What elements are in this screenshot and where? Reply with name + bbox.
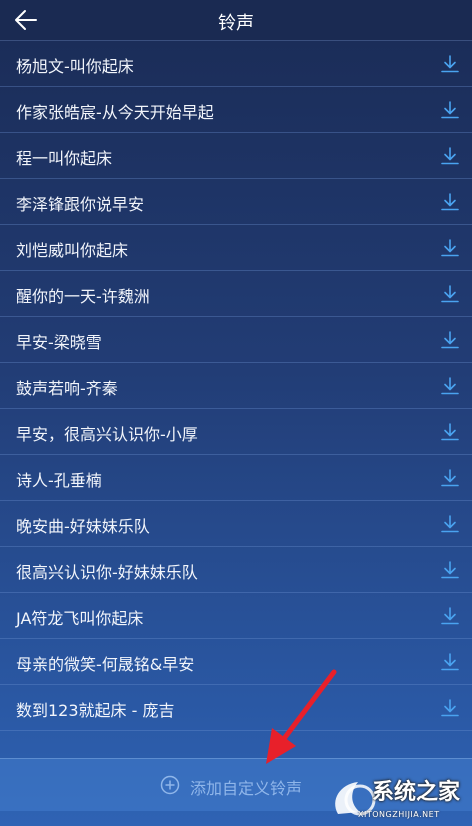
ringtone-row[interactable]: 作家张皓宸-从今天开始早起 xyxy=(0,87,472,133)
ringtone-row[interactable]: 母亲的微笑-何晟铭&早安 xyxy=(0,639,472,685)
download-button[interactable] xyxy=(439,145,461,167)
download-button[interactable] xyxy=(439,99,461,121)
download-button[interactable] xyxy=(439,283,461,305)
ringtone-list: 杨旭文-叫你起床作家张皓宸-从今天开始早起 程一叫你起床李泽锋跟你说早安 刘恺威叫你… xyxy=(0,41,472,731)
download-icon xyxy=(441,515,459,533)
ringtone-name: 杨旭文-叫你起床 xyxy=(16,57,134,76)
ringtone-row[interactable]: 程一叫你起床 xyxy=(0,133,472,179)
download-icon xyxy=(441,653,459,671)
download-icon xyxy=(441,377,459,395)
ringtone-name: 很高兴认识你-好妹妹乐队 xyxy=(16,563,198,582)
download-button[interactable] xyxy=(439,651,461,673)
download-button[interactable] xyxy=(439,237,461,259)
ringtone-row[interactable]: 醒你的一天-许魏洲 xyxy=(0,271,472,317)
ringtone-name: 鼓声若响-齐秦 xyxy=(16,379,118,398)
ringtone-name: 诗人-孔垂楠 xyxy=(16,471,102,490)
download-icon xyxy=(441,423,459,441)
download-button[interactable] xyxy=(439,329,461,351)
ringtone-name: 作家张皓宸-从今天开始早起 xyxy=(16,103,214,122)
page-title: 铃声 xyxy=(218,13,254,34)
ringtone-row[interactable]: 李泽锋跟你说早安 xyxy=(0,179,472,225)
plus-circle-icon xyxy=(160,775,180,795)
ringtone-row[interactable]: 杨旭文-叫你起床 xyxy=(0,41,472,87)
ringtone-row[interactable]: 晚安曲-好妹妹乐队 xyxy=(0,501,472,547)
watermark-text: 系统之家 xyxy=(372,780,461,805)
add-custom-ringtone-label: 添加自定义铃声 xyxy=(190,779,303,798)
ringtone-row[interactable]: JA符龙飞叫你起床 xyxy=(0,593,472,639)
download-button[interactable] xyxy=(439,191,461,213)
ringtone-name: 刘恺威叫你起床 xyxy=(16,241,129,260)
ringtone-name: 早安-梁晓雪 xyxy=(16,333,102,352)
download-button[interactable] xyxy=(439,421,461,443)
ringtone-row[interactable]: 数到123就起床 - 庞吉 xyxy=(0,685,472,731)
ringtone-name: 醒你的一天-许魏洲 xyxy=(16,287,150,306)
download-button[interactable] xyxy=(439,375,461,397)
download-button[interactable] xyxy=(439,53,461,75)
ringtone-name: 母亲的微笑-何晟铭&早安 xyxy=(16,655,195,674)
download-icon xyxy=(441,239,459,257)
download-button[interactable] xyxy=(439,513,461,535)
download-button[interactable] xyxy=(439,559,461,581)
download-icon xyxy=(441,699,459,717)
download-icon xyxy=(441,193,459,211)
ringtone-name: 李泽锋跟你说早安 xyxy=(16,195,145,214)
annotation-arrow xyxy=(266,669,337,764)
top-bar: 铃声 xyxy=(0,0,472,41)
download-icon xyxy=(441,469,459,487)
ringtone-row[interactable]: 诗人-孔垂楠 xyxy=(0,455,472,501)
ringtone-row[interactable]: 很高兴认识你-好妹妹乐队 xyxy=(0,547,472,593)
download-button[interactable] xyxy=(439,605,461,627)
download-button[interactable] xyxy=(439,467,461,489)
download-icon xyxy=(441,285,459,303)
ringtone-name: JA符龙飞叫你起床 xyxy=(16,609,144,628)
download-icon xyxy=(441,607,459,625)
ringtone-row[interactable]: 刘恺威叫你起床 xyxy=(0,225,472,271)
watermark-url: XITONGZHIJIA.NET xyxy=(358,810,440,819)
ringtone-row[interactable]: 早安-梁晓雪 xyxy=(0,317,472,363)
ringtone-name: 晚安曲-好妹妹乐队 xyxy=(16,517,150,536)
download-icon xyxy=(441,561,459,579)
ringtone-name: 程一叫你起床 xyxy=(16,149,113,168)
ringtone-row[interactable]: 早安，很高兴认识你-小厚 xyxy=(0,409,472,455)
ringtone-row[interactable]: 鼓声若响-齐秦 xyxy=(0,363,472,409)
download-icon xyxy=(441,101,459,119)
download-button[interactable] xyxy=(439,697,461,719)
ringtone-name: 早安，很高兴认识你-小厚 xyxy=(16,425,198,444)
download-icon xyxy=(441,331,459,349)
download-icon xyxy=(441,147,459,165)
download-icon xyxy=(441,55,459,73)
ringtone-name: 数到123就起床 - 庞吉 xyxy=(16,701,175,720)
